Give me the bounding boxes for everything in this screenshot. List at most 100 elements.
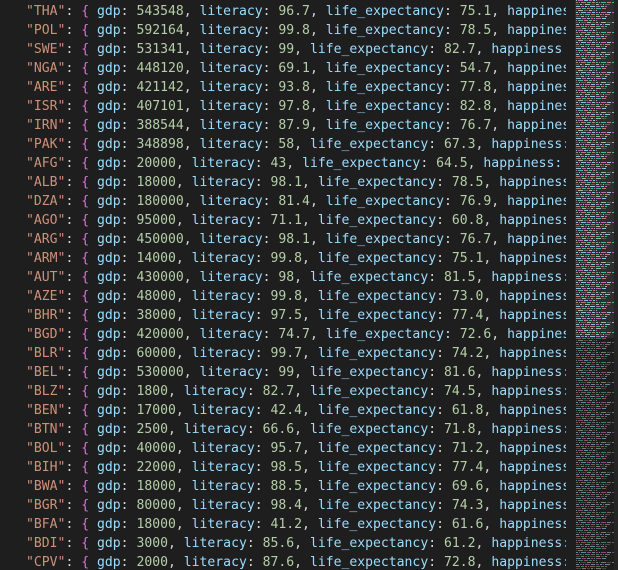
minimap-token [596, 328, 601, 329]
minimap-token [594, 318, 595, 319]
minimap-token [591, 178, 593, 179]
minimap-token [592, 12, 595, 13]
syntax-token: , [475, 555, 492, 570]
minimap-token [580, 464, 582, 465]
code-line[interactable]: "BGD": { gdp: 420000, literacy: 74.7, li… [0, 325, 566, 344]
minimap-token [581, 522, 586, 523]
minimap-token [576, 152, 578, 153]
minimap-token [590, 106, 595, 107]
syntax-token: literacy [199, 270, 263, 285]
minimap-token [585, 474, 590, 475]
code-line[interactable]: "ALB": { gdp: 18000, literacy: 98.1, lif… [0, 173, 566, 192]
code-area[interactable]: "THA": { gdp: 543548, literacy: 96.7, li… [0, 0, 566, 570]
vertical-scrollbar[interactable] [614, 0, 618, 570]
minimap-token [596, 366, 600, 367]
minimap-token [581, 172, 586, 173]
code-line[interactable]: "BIH": { gdp: 22000, literacy: 98.5, lif… [0, 458, 566, 477]
code-line[interactable]: "BTN": { gdp: 2500, literacy: 66.6, life… [0, 420, 566, 439]
minimap-token [607, 182, 611, 183]
minimap-token [591, 548, 593, 549]
syntax-token: life_expectancy [325, 118, 444, 133]
minimap-token [599, 452, 600, 453]
syntax-token: , [175, 251, 192, 266]
code-line[interactable]: "PAK": { gdp: 348898, literacy: 58, life… [0, 135, 566, 154]
code-line[interactable]: "ARE": { gdp: 421142, literacy: 93.8, li… [0, 78, 566, 97]
minimap-token [596, 128, 601, 129]
minimap-token [599, 432, 600, 433]
minimap-token [596, 196, 600, 197]
syntax-token: , [309, 80, 326, 95]
minimap-token [593, 80, 595, 81]
minimap-token [601, 362, 606, 363]
code-line[interactable]: "BFA": { gdp: 18000, literacy: 41.2, lif… [0, 515, 566, 534]
code-line[interactable]: "POL": { gdp: 592164, literacy: 99.8, li… [0, 21, 566, 40]
code-line[interactable]: "BOL": { gdp: 40000, literacy: 95.7, lif… [0, 439, 566, 458]
syntax-token: gdp [97, 403, 121, 418]
minimap-token [593, 140, 595, 141]
minimap-token [599, 402, 600, 403]
line-life-expectancy: 78.5 [451, 175, 484, 190]
line-tail: happiness: [499, 213, 566, 228]
code-line[interactable]: "CPV": { gdp: 2000, literacy: 87.6, life… [0, 553, 566, 570]
minimap-token [594, 458, 595, 459]
minimap-token [596, 154, 599, 155]
minimap-token [596, 158, 601, 159]
minimap-token [593, 480, 595, 481]
minimap-token [588, 536, 589, 537]
code-line[interactable]: "ARM": { gdp: 14000, literacy: 99.8, lif… [0, 249, 566, 268]
code-line[interactable]: "BHR": { gdp: 38000, literacy: 97.5, lif… [0, 306, 566, 325]
code-line[interactable]: "BGR": { gdp: 80000, literacy: 98.4, lif… [0, 496, 566, 515]
code-line[interactable]: "THA": { gdp: 543548, literacy: 96.7, li… [0, 2, 566, 21]
code-line[interactable]: "BEN": { gdp: 17000, literacy: 42.4, lif… [0, 401, 566, 420]
minimap-token [576, 168, 581, 169]
code-line[interactable]: "BDI": { gdp: 3000, literacy: 85.6, life… [0, 534, 566, 553]
minimap-token [583, 44, 584, 45]
code-line[interactable]: "NGA": { gdp: 448120, literacy: 69.1, li… [0, 59, 566, 78]
code-line[interactable]: "BLZ": { gdp: 1800, literacy: 82.7, life… [0, 382, 566, 401]
syntax-token: : [262, 232, 279, 247]
line-code: AFG [33, 156, 58, 171]
code-line[interactable]: "BLR": { gdp: 60000, literacy: 99.7, lif… [0, 344, 566, 363]
minimap-token [578, 180, 583, 181]
minimap-token [587, 398, 590, 399]
minimap-token [581, 312, 586, 313]
code-line[interactable]: "SWE": { gdp: 531341, literacy: 99, life… [0, 40, 566, 59]
minimap-token [576, 96, 580, 97]
code-line[interactable]: "ARG": { gdp: 450000, literacy: 98.1, li… [0, 230, 566, 249]
line-tail: happiness: [499, 403, 566, 418]
minimap-token [585, 254, 590, 255]
minimap-token [578, 540, 583, 541]
code-line[interactable]: "BEL": { gdp: 530000, literacy: 99, life… [0, 363, 566, 382]
code-line[interactable]: "ISR": { gdp: 407101, literacy: 97.8, li… [0, 97, 566, 116]
code-line[interactable]: "AFG": { gdp: 20000, literacy: 43, life_… [0, 154, 566, 173]
minimap-token [596, 400, 597, 401]
minimap-token [576, 292, 578, 293]
code-line[interactable]: "DZA": { gdp: 180000, literacy: 81.4, li… [0, 192, 566, 211]
code-line[interactable]: "AUT": { gdp: 430000, literacy: 98, life… [0, 268, 566, 287]
minimap-token [579, 532, 580, 533]
minimap-token [591, 358, 593, 359]
code-line[interactable]: "IRN": { gdp: 388544, literacy: 87.9, li… [0, 116, 566, 135]
minimap-token [596, 468, 601, 469]
minimap[interactable] [566, 0, 618, 570]
minimap-token [596, 212, 598, 213]
minimap-token [592, 382, 595, 383]
minimap-token [589, 490, 592, 491]
minimap-token [596, 344, 599, 345]
minimap-token [590, 196, 595, 197]
line-code: PAK [33, 137, 58, 152]
syntax-token: , [294, 270, 310, 285]
code-line[interactable]: "AGO": { gdp: 95000, literacy: 71.1, lif… [0, 211, 566, 230]
minimap-token [602, 238, 606, 239]
code-line[interactable]: "BWA": { gdp: 18000, literacy: 88.5, lif… [0, 477, 566, 496]
minimap-token [585, 416, 587, 417]
minimap-token [576, 248, 581, 249]
minimap-token [601, 62, 606, 63]
code-line[interactable]: "AZE": { gdp: 48000, literacy: 99.8, lif… [0, 287, 566, 306]
minimap-token [593, 40, 595, 41]
minimap-token [578, 360, 583, 361]
minimap-token [591, 24, 595, 25]
syntax-token: : [262, 4, 279, 19]
code-editor[interactable]: "THA": { gdp: 543548, literacy: 96.7, li… [0, 0, 618, 570]
minimap-token [590, 396, 595, 397]
